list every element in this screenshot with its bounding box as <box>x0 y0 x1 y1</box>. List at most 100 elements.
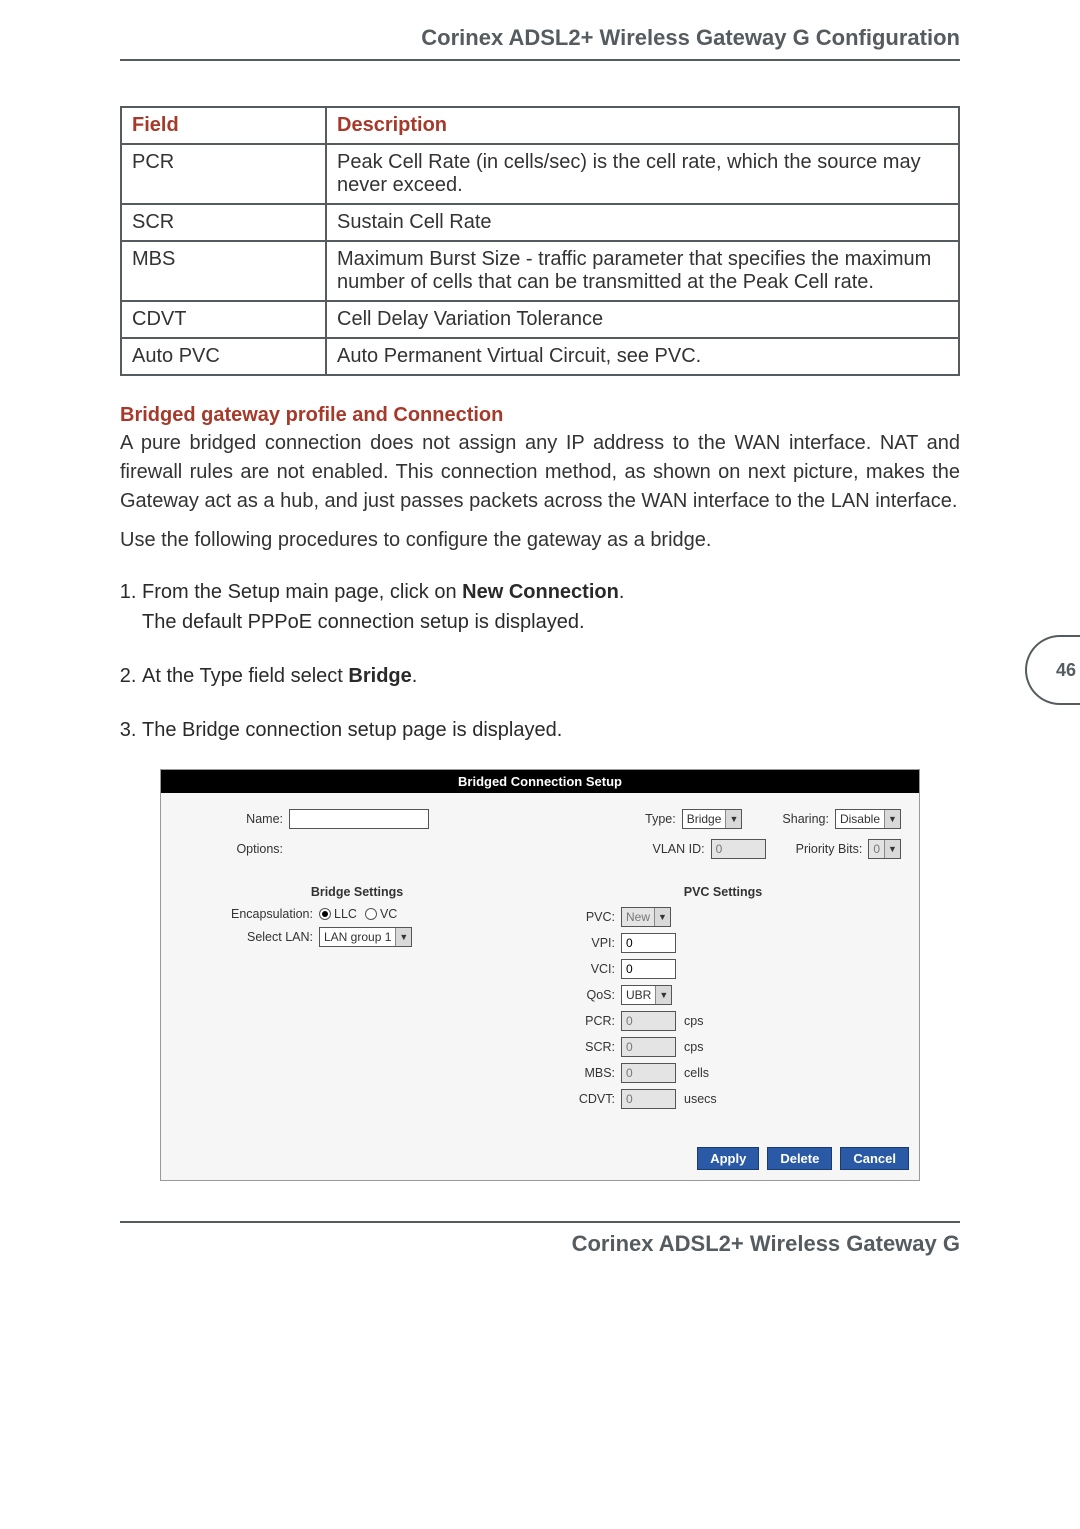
chevron-down-icon: ▼ <box>655 986 671 1004</box>
encaps-llc-text: LLC <box>334 907 357 921</box>
encaps-llc-radio[interactable] <box>319 908 331 920</box>
delete-button[interactable]: Delete <box>767 1147 832 1170</box>
encapsulation-row: Encapsulation: LLC VC <box>189 907 525 921</box>
top-row-2: Options: VLAN ID: Priority Bits: 0 ▼ <box>179 839 901 859</box>
procedure-step: From the Setup main page, click on New C… <box>142 577 960 637</box>
step-bold: New Connection <box>462 581 619 603</box>
mbs-input[interactable] <box>621 1063 676 1083</box>
type-label: Type: <box>645 812 682 826</box>
table-row: SCR Sustain Cell Rate <box>121 204 959 241</box>
priority-select[interactable]: 0 ▼ <box>868 839 901 859</box>
encaps-vc-text: VC <box>380 907 397 921</box>
table-row: PCR Peak Cell Rate (in cells/sec) is the… <box>121 144 959 204</box>
select-lan-select[interactable]: LAN group 1 ▼ <box>319 927 412 947</box>
page-header: Corinex ADSL2+ Wireless Gateway G Config… <box>120 25 960 61</box>
cell-desc: Auto Permanent Virtual Circuit, see PVC. <box>326 338 959 375</box>
sharing-select-value: Disable <box>840 812 880 826</box>
vci-label: VCI: <box>555 962 621 976</box>
page-number-tab: 46 <box>1025 635 1080 705</box>
name-label: Name: <box>179 812 289 826</box>
step-bold: Bridge <box>348 665 411 687</box>
pcr-label: PCR: <box>555 1014 621 1028</box>
apply-button[interactable]: Apply <box>697 1147 759 1170</box>
section-paragraph: A pure bridged connection does not assig… <box>120 429 960 516</box>
qos-value: UBR <box>626 988 651 1002</box>
chevron-down-icon: ▼ <box>725 810 741 828</box>
table-row: CDVT Cell Delay Variation Tolerance <box>121 301 959 338</box>
qos-select[interactable]: UBR ▼ <box>621 985 672 1005</box>
sharing-label: Sharing: <box>782 812 835 826</box>
cell-field: Auto PVC <box>121 338 326 375</box>
pvc-value: New <box>626 910 650 924</box>
encapsulation-label: Encapsulation: <box>189 907 319 921</box>
options-label: Options: <box>179 842 289 856</box>
chevron-down-icon: ▼ <box>395 928 411 946</box>
chevron-down-icon: ▼ <box>884 840 900 858</box>
cell-field: CDVT <box>121 301 326 338</box>
cell-desc: Sustain Cell Rate <box>326 204 959 241</box>
vlan-input[interactable] <box>711 839 766 859</box>
priority-label: Priority Bits: <box>796 842 869 856</box>
procedure-list: From the Setup main page, click on New C… <box>142 577 960 745</box>
vci-input[interactable] <box>621 959 676 979</box>
type-select[interactable]: Bridge ▼ <box>682 809 743 829</box>
type-select-value: Bridge <box>687 812 722 826</box>
section-heading: Bridged gateway profile and Connection <box>120 404 960 427</box>
definitions-table: Field Description PCR Peak Cell Rate (in… <box>120 106 960 376</box>
chevron-down-icon: ▼ <box>884 810 900 828</box>
mbs-label: MBS: <box>555 1066 621 1080</box>
pvc-settings-panel: PVC Settings PVC: New ▼ VPI: VCI: <box>545 877 901 1125</box>
procedure-step: The Bridge connection setup page is disp… <box>142 715 960 745</box>
select-lan-row: Select LAN: LAN group 1 ▼ <box>189 927 525 947</box>
scr-input[interactable] <box>621 1037 676 1057</box>
bridged-connection-figure: Bridged Connection Setup Name: Type: Bri… <box>160 769 920 1181</box>
th-description: Description <box>326 107 959 144</box>
cdvt-label: CDVT: <box>555 1092 621 1106</box>
vpi-label: VPI: <box>555 936 621 950</box>
cdvt-unit: usecs <box>684 1092 717 1106</box>
mbs-unit: cells <box>684 1066 709 1080</box>
step-text: . <box>412 665 418 687</box>
pvc-settings-title: PVC Settings <box>555 885 891 899</box>
cancel-button[interactable]: Cancel <box>840 1147 909 1170</box>
encaps-vc-radio[interactable] <box>365 908 377 920</box>
step-text: From the Setup main page, click on <box>142 581 462 603</box>
table-header-row: Field Description <box>121 107 959 144</box>
bridge-settings-panel: Bridge Settings Encapsulation: LLC VC Se… <box>179 877 535 1125</box>
vpi-input[interactable] <box>621 933 676 953</box>
step-text: The Bridge connection setup page is disp… <box>142 719 562 741</box>
th-field: Field <box>121 107 326 144</box>
section-paragraph: Use the following procedures to configur… <box>120 526 960 555</box>
cell-desc: Cell Delay Variation Tolerance <box>326 301 959 338</box>
cell-desc: Peak Cell Rate (in cells/sec) is the cel… <box>326 144 959 204</box>
bridge-settings-title: Bridge Settings <box>189 885 525 899</box>
table-row: Auto PVC Auto Permanent Virtual Circuit,… <box>121 338 959 375</box>
page-number: 46 <box>1056 660 1076 681</box>
vlan-label: VLAN ID: <box>653 842 711 856</box>
table-row: MBS Maximum Burst Size - traffic paramet… <box>121 241 959 301</box>
pvc-label: PVC: <box>555 910 621 924</box>
cell-field: SCR <box>121 204 326 241</box>
button-row: Apply Delete Cancel <box>161 1125 919 1180</box>
pcr-input[interactable] <box>621 1011 676 1031</box>
step-text: At the Type field select <box>142 665 348 687</box>
top-row-1: Name: Type: Bridge ▼ Sharing: Disable ▼ <box>179 809 901 829</box>
pvc-select[interactable]: New ▼ <box>621 907 671 927</box>
chevron-down-icon: ▼ <box>654 908 670 926</box>
cdvt-input[interactable] <box>621 1089 676 1109</box>
page-footer: Corinex ADSL2+ Wireless Gateway G <box>120 1221 960 1257</box>
select-lan-label: Select LAN: <box>189 930 319 944</box>
figure-title: Bridged Connection Setup <box>161 770 919 793</box>
cell-desc: Maximum Burst Size - traffic parameter t… <box>326 241 959 301</box>
sharing-select[interactable]: Disable ▼ <box>835 809 901 829</box>
select-lan-value: LAN group 1 <box>324 930 391 944</box>
pcr-unit: cps <box>684 1014 703 1028</box>
scr-label: SCR: <box>555 1040 621 1054</box>
cell-field: PCR <box>121 144 326 204</box>
qos-label: QoS: <box>555 988 621 1002</box>
name-input[interactable] <box>289 809 429 829</box>
scr-unit: cps <box>684 1040 703 1054</box>
priority-select-value: 0 <box>873 842 880 856</box>
cell-field: MBS <box>121 241 326 301</box>
procedure-step: At the Type field select Bridge. <box>142 661 960 691</box>
